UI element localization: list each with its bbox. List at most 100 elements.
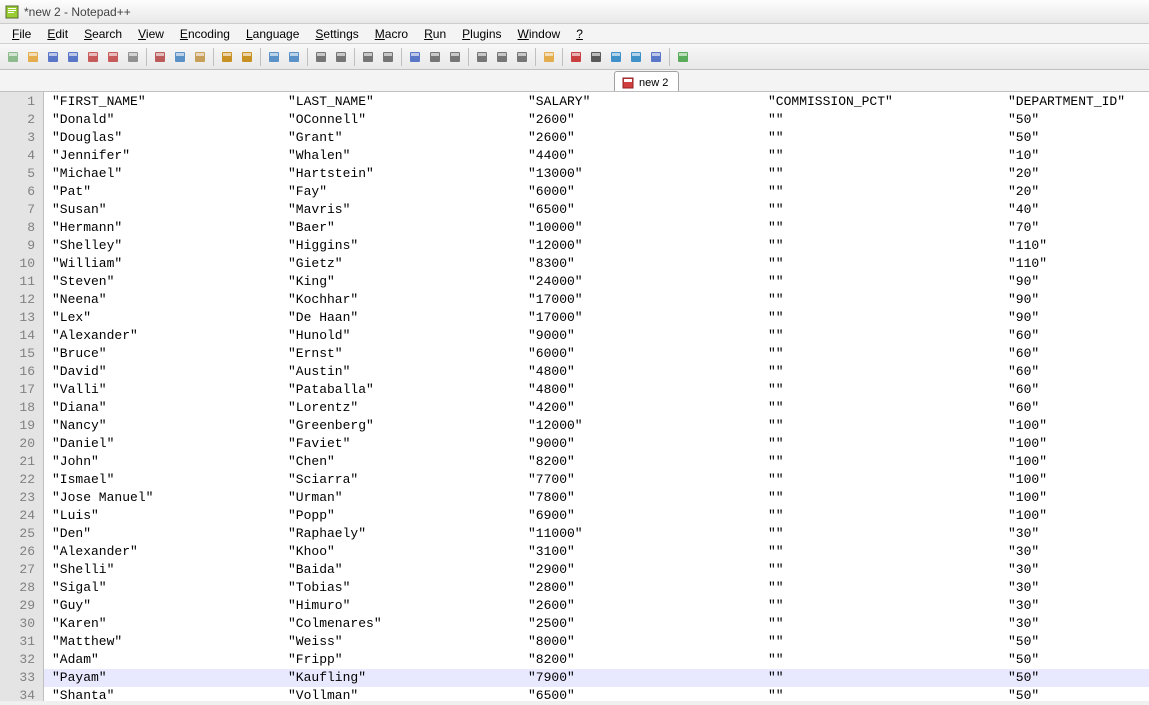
paste-icon[interactable]	[191, 48, 209, 66]
line-number: 7	[0, 201, 43, 219]
text-line[interactable]: "John""Chen""8200""""100"	[44, 453, 1149, 471]
menu-search[interactable]: Search	[76, 25, 130, 43]
text-line[interactable]: "Luis""Popp""6900""""100"	[44, 507, 1149, 525]
play-icon[interactable]	[607, 48, 625, 66]
text-line[interactable]: "William""Gietz""8300""""110"	[44, 255, 1149, 273]
zoom-out-icon[interactable]	[332, 48, 350, 66]
lang-icon[interactable]	[473, 48, 491, 66]
folder-icon[interactable]	[540, 48, 558, 66]
stop-icon[interactable]	[587, 48, 605, 66]
text-line[interactable]: "David""Austin""4800""""60"	[44, 363, 1149, 381]
menu-encoding[interactable]: Encoding	[172, 25, 238, 43]
menu-help[interactable]: ?	[568, 25, 591, 43]
zoom-in-icon[interactable]	[312, 48, 330, 66]
menu-window[interactable]: Window	[510, 25, 569, 43]
text-line[interactable]: "Alexander""Khoo""3100""""30"	[44, 543, 1149, 561]
line-number: 4	[0, 147, 43, 165]
copy-icon[interactable]	[171, 48, 189, 66]
text-line[interactable]: "Shelli""Baida""2900""""30"	[44, 561, 1149, 579]
sync-h-icon[interactable]	[379, 48, 397, 66]
line-number: 30	[0, 615, 43, 633]
line-number: 3	[0, 129, 43, 147]
text-line[interactable]: "Ismael""Sciarra""7700""""100"	[44, 471, 1149, 489]
close-all-icon[interactable]	[104, 48, 122, 66]
line-number: 33	[0, 669, 43, 687]
find-icon[interactable]	[265, 48, 283, 66]
toolbar-separator	[669, 48, 670, 66]
open-icon[interactable]	[24, 48, 42, 66]
menu-run[interactable]: Run	[416, 25, 454, 43]
save-all-icon[interactable]	[64, 48, 82, 66]
save-icon[interactable]	[44, 48, 62, 66]
text-line[interactable]: "Jose Manuel""Urman""7800""""100"	[44, 489, 1149, 507]
text-line[interactable]: "Shanta""Vollman""6500""""50"	[44, 687, 1149, 701]
text-line[interactable]: "Susan""Mavris""6500""""40"	[44, 201, 1149, 219]
text-line[interactable]: "Douglas""Grant""2600""""50"	[44, 129, 1149, 147]
line-number: 18	[0, 399, 43, 417]
print-icon[interactable]	[124, 48, 142, 66]
document-tab[interactable]: new 2	[614, 71, 679, 91]
text-line[interactable]: "FIRST_NAME""LAST_NAME""SALARY""COMMISSI…	[44, 93, 1149, 111]
text-line[interactable]: "Diana""Lorentz""4200""""60"	[44, 399, 1149, 417]
line-number: 12	[0, 291, 43, 309]
spellcheck-icon[interactable]	[674, 48, 692, 66]
line-number: 13	[0, 309, 43, 327]
text-line[interactable]: "Hermann""Baer""10000""""70"	[44, 219, 1149, 237]
redo-icon[interactable]	[238, 48, 256, 66]
text-line[interactable]: "Alexander""Hunold""9000""""60"	[44, 327, 1149, 345]
line-number: 20	[0, 435, 43, 453]
line-number: 28	[0, 579, 43, 597]
record-icon[interactable]	[567, 48, 585, 66]
line-number: 16	[0, 363, 43, 381]
cut-icon[interactable]	[151, 48, 169, 66]
text-line[interactable]: "Daniel""Faviet""9000""""100"	[44, 435, 1149, 453]
text-line[interactable]: "Lex""De Haan""17000""""90"	[44, 309, 1149, 327]
menu-language[interactable]: Language	[238, 25, 307, 43]
text-line[interactable]: "Pat""Fay""6000""""20"	[44, 183, 1149, 201]
sync-v-icon[interactable]	[359, 48, 377, 66]
text-line[interactable]: "Matthew""Weiss""8000""""50"	[44, 633, 1149, 651]
line-number: 8	[0, 219, 43, 237]
wrap-icon[interactable]	[406, 48, 424, 66]
text-line[interactable]: "Sigal""Tobias""2800""""30"	[44, 579, 1149, 597]
text-line[interactable]: "Michael""Hartstein""13000""""20"	[44, 165, 1149, 183]
text-line[interactable]: "Den""Raphaely""11000""""30"	[44, 525, 1149, 543]
play-multi-icon[interactable]	[627, 48, 645, 66]
text-line[interactable]: "Adam""Fripp""8200""""50"	[44, 651, 1149, 669]
save-macro-icon[interactable]	[647, 48, 665, 66]
menu-macro[interactable]: Macro	[367, 25, 416, 43]
undo-icon[interactable]	[218, 48, 236, 66]
menu-view[interactable]: View	[130, 25, 172, 43]
menu-file[interactable]: File	[4, 25, 39, 43]
close-icon[interactable]	[84, 48, 102, 66]
line-number: 6	[0, 183, 43, 201]
func-list-icon[interactable]	[513, 48, 531, 66]
menu-edit[interactable]: Edit	[39, 25, 76, 43]
line-number: 27	[0, 561, 43, 579]
text-line[interactable]: "Donald""OConnell""2600""""50"	[44, 111, 1149, 129]
title-bar: *new 2 - Notepad++	[0, 0, 1149, 24]
text-line[interactable]: "Guy""Himuro""2600""""30"	[44, 597, 1149, 615]
text-line[interactable]: "Payam""Kaufling""7900""""50"	[44, 669, 1149, 687]
text-line[interactable]: "Nancy""Greenberg""12000""""100"	[44, 417, 1149, 435]
indent-guide-icon[interactable]	[446, 48, 464, 66]
text-line[interactable]: "Jennifer""Whalen""4400""""10"	[44, 147, 1149, 165]
line-number: 25	[0, 525, 43, 543]
text-line[interactable]: "Steven""King""24000""""90"	[44, 273, 1149, 291]
app-icon	[4, 4, 20, 20]
text-line[interactable]: "Karen""Colmenares""2500""""30"	[44, 615, 1149, 633]
line-number: 23	[0, 489, 43, 507]
text-line[interactable]: "Neena""Kochhar""17000""""90"	[44, 291, 1149, 309]
menu-settings[interactable]: Settings	[307, 25, 366, 43]
text-line[interactable]: "Bruce""Ernst""6000""""60"	[44, 345, 1149, 363]
text-line[interactable]: "Valli""Pataballa""4800""""60"	[44, 381, 1149, 399]
toolbar-separator	[468, 48, 469, 66]
menu-plugins[interactable]: Plugins	[454, 25, 509, 43]
text-content[interactable]: "FIRST_NAME""LAST_NAME""SALARY""COMMISSI…	[44, 92, 1149, 701]
text-line[interactable]: "Shelley""Higgins""12000""""110"	[44, 237, 1149, 255]
new-file-icon[interactable]	[4, 48, 22, 66]
doc-map-icon[interactable]	[493, 48, 511, 66]
line-number: 1	[0, 93, 43, 111]
show-all-icon[interactable]	[426, 48, 444, 66]
replace-icon[interactable]	[285, 48, 303, 66]
